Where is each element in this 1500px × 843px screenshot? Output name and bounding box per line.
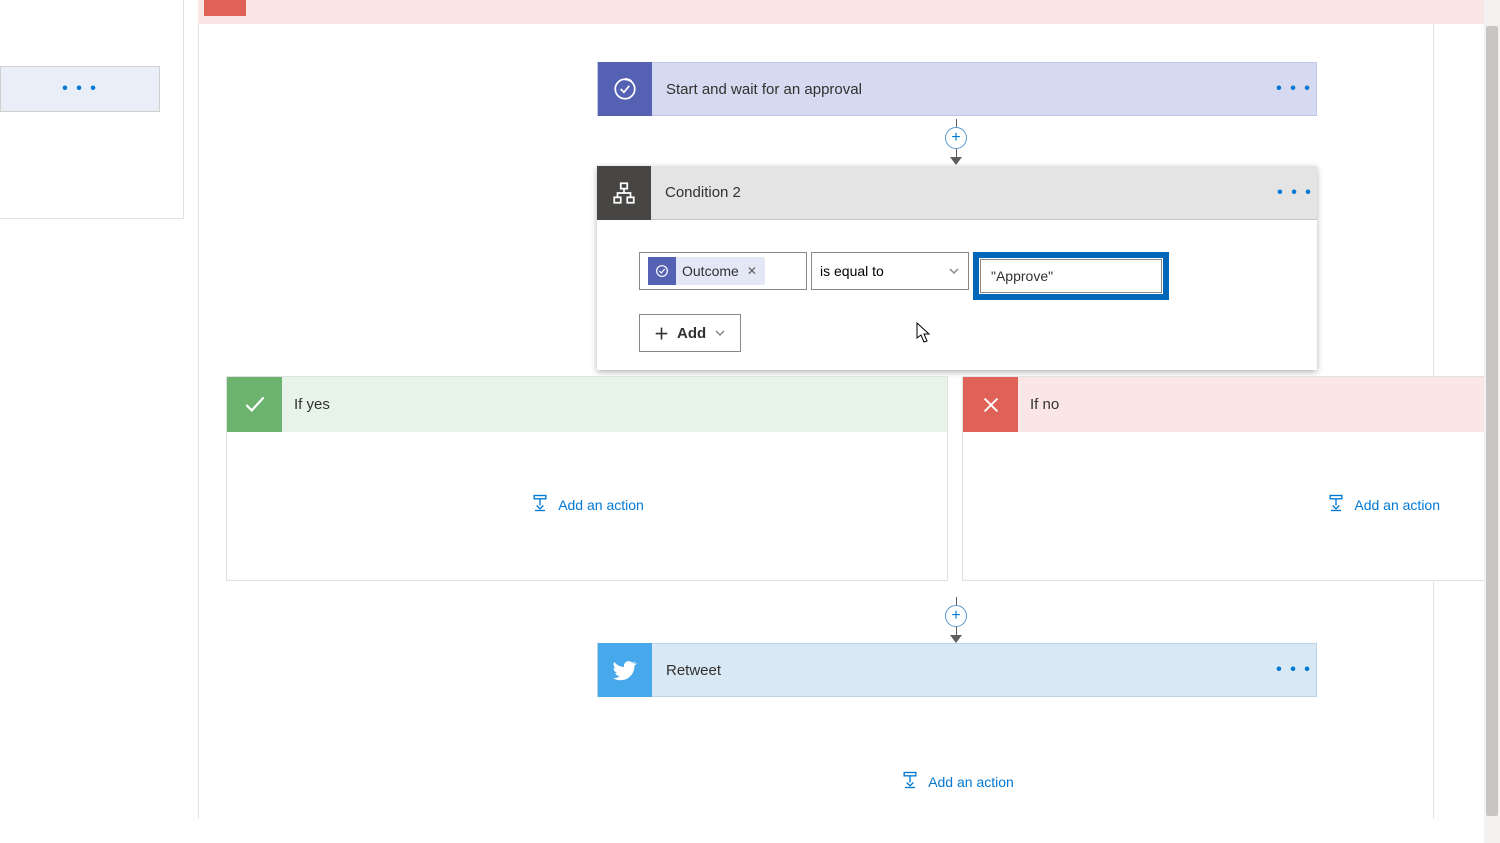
if-no-branch: If no Add an action xyxy=(962,376,1500,581)
add-action-yes[interactable]: Add an action xyxy=(530,493,644,516)
condition-card: Condition 2 • • • Outcome ✕ is equal to … xyxy=(597,166,1317,370)
condition-header[interactable]: Condition 2 • • • xyxy=(597,166,1317,220)
if-no-header[interactable]: If no xyxy=(963,377,1500,432)
insert-step-1: + xyxy=(943,119,969,165)
condition-operator-select[interactable]: is equal to xyxy=(811,252,969,290)
retweet-card[interactable]: Retweet • • • xyxy=(597,643,1317,697)
left-panel-fragment: • • • xyxy=(0,0,184,219)
bottom-add-container: Add an action xyxy=(597,770,1317,793)
more-card[interactable]: • • • xyxy=(0,66,160,112)
add-action-no[interactable]: Add an action xyxy=(1326,493,1440,516)
approval-card[interactable]: Start and wait for an approval • • • xyxy=(597,62,1317,116)
condition-value-text: "Approve" xyxy=(991,268,1053,284)
chevron-down-icon xyxy=(714,327,726,339)
twitter-icon xyxy=(598,643,652,697)
approval-title: Start and wait for an approval xyxy=(652,81,1272,98)
chevron-down-icon xyxy=(948,265,960,277)
insert-plus-icon[interactable]: + xyxy=(945,127,967,149)
if-yes-header[interactable]: If yes xyxy=(227,377,947,432)
more-icon: • • • xyxy=(62,80,98,98)
token-remove-icon[interactable]: ✕ xyxy=(747,264,757,278)
approval-token-icon xyxy=(648,257,676,285)
add-action-label: Add an action xyxy=(1354,497,1440,513)
condition-body: Outcome ✕ is equal to "Approve" ＋ Add xyxy=(597,220,1317,370)
outcome-token[interactable]: Outcome ✕ xyxy=(648,257,765,285)
condition-value-highlight: "Approve" xyxy=(973,252,1169,300)
arrow-down-icon xyxy=(950,157,962,165)
condition-icon xyxy=(597,166,651,220)
check-icon xyxy=(227,377,282,432)
arrow-down-icon xyxy=(950,635,962,643)
scrollbar-track[interactable] xyxy=(1484,0,1500,843)
condition-add-button[interactable]: ＋ Add xyxy=(639,314,741,352)
operator-label: is equal to xyxy=(820,263,884,279)
condition-title: Condition 2 xyxy=(651,184,1273,201)
insert-step-2: + xyxy=(943,597,969,643)
if-no-title: If no xyxy=(1030,396,1059,413)
insert-plus-icon[interactable]: + xyxy=(945,605,967,627)
retweet-title: Retweet xyxy=(652,662,1272,679)
if-yes-branch: If yes Add an action xyxy=(226,376,948,581)
add-action-icon xyxy=(1326,493,1346,516)
approval-icon xyxy=(598,62,652,116)
add-action-icon xyxy=(530,493,550,516)
close-icon xyxy=(963,377,1018,432)
add-label: Add xyxy=(677,325,706,342)
retweet-more-button[interactable]: • • • xyxy=(1272,661,1316,679)
condition-left-operand[interactable]: Outcome ✕ xyxy=(639,252,807,290)
if-yes-title: If yes xyxy=(294,396,330,413)
plus-icon: ＋ xyxy=(654,323,669,344)
add-action-icon xyxy=(900,770,920,793)
outcome-token-label: Outcome xyxy=(682,263,739,279)
if-no-header-fragment xyxy=(198,0,1500,24)
if-no-icon-fragment xyxy=(204,0,246,16)
approval-more-button[interactable]: • • • xyxy=(1272,80,1316,98)
add-action-label: Add an action xyxy=(558,497,644,513)
scrollbar-thumb[interactable] xyxy=(1486,26,1498,816)
add-action-label: Add an action xyxy=(928,774,1014,790)
condition-value-input[interactable]: "Approve" xyxy=(980,259,1162,293)
condition-more-button[interactable]: • • • xyxy=(1273,184,1317,202)
add-action-bottom[interactable]: Add an action xyxy=(900,770,1014,793)
